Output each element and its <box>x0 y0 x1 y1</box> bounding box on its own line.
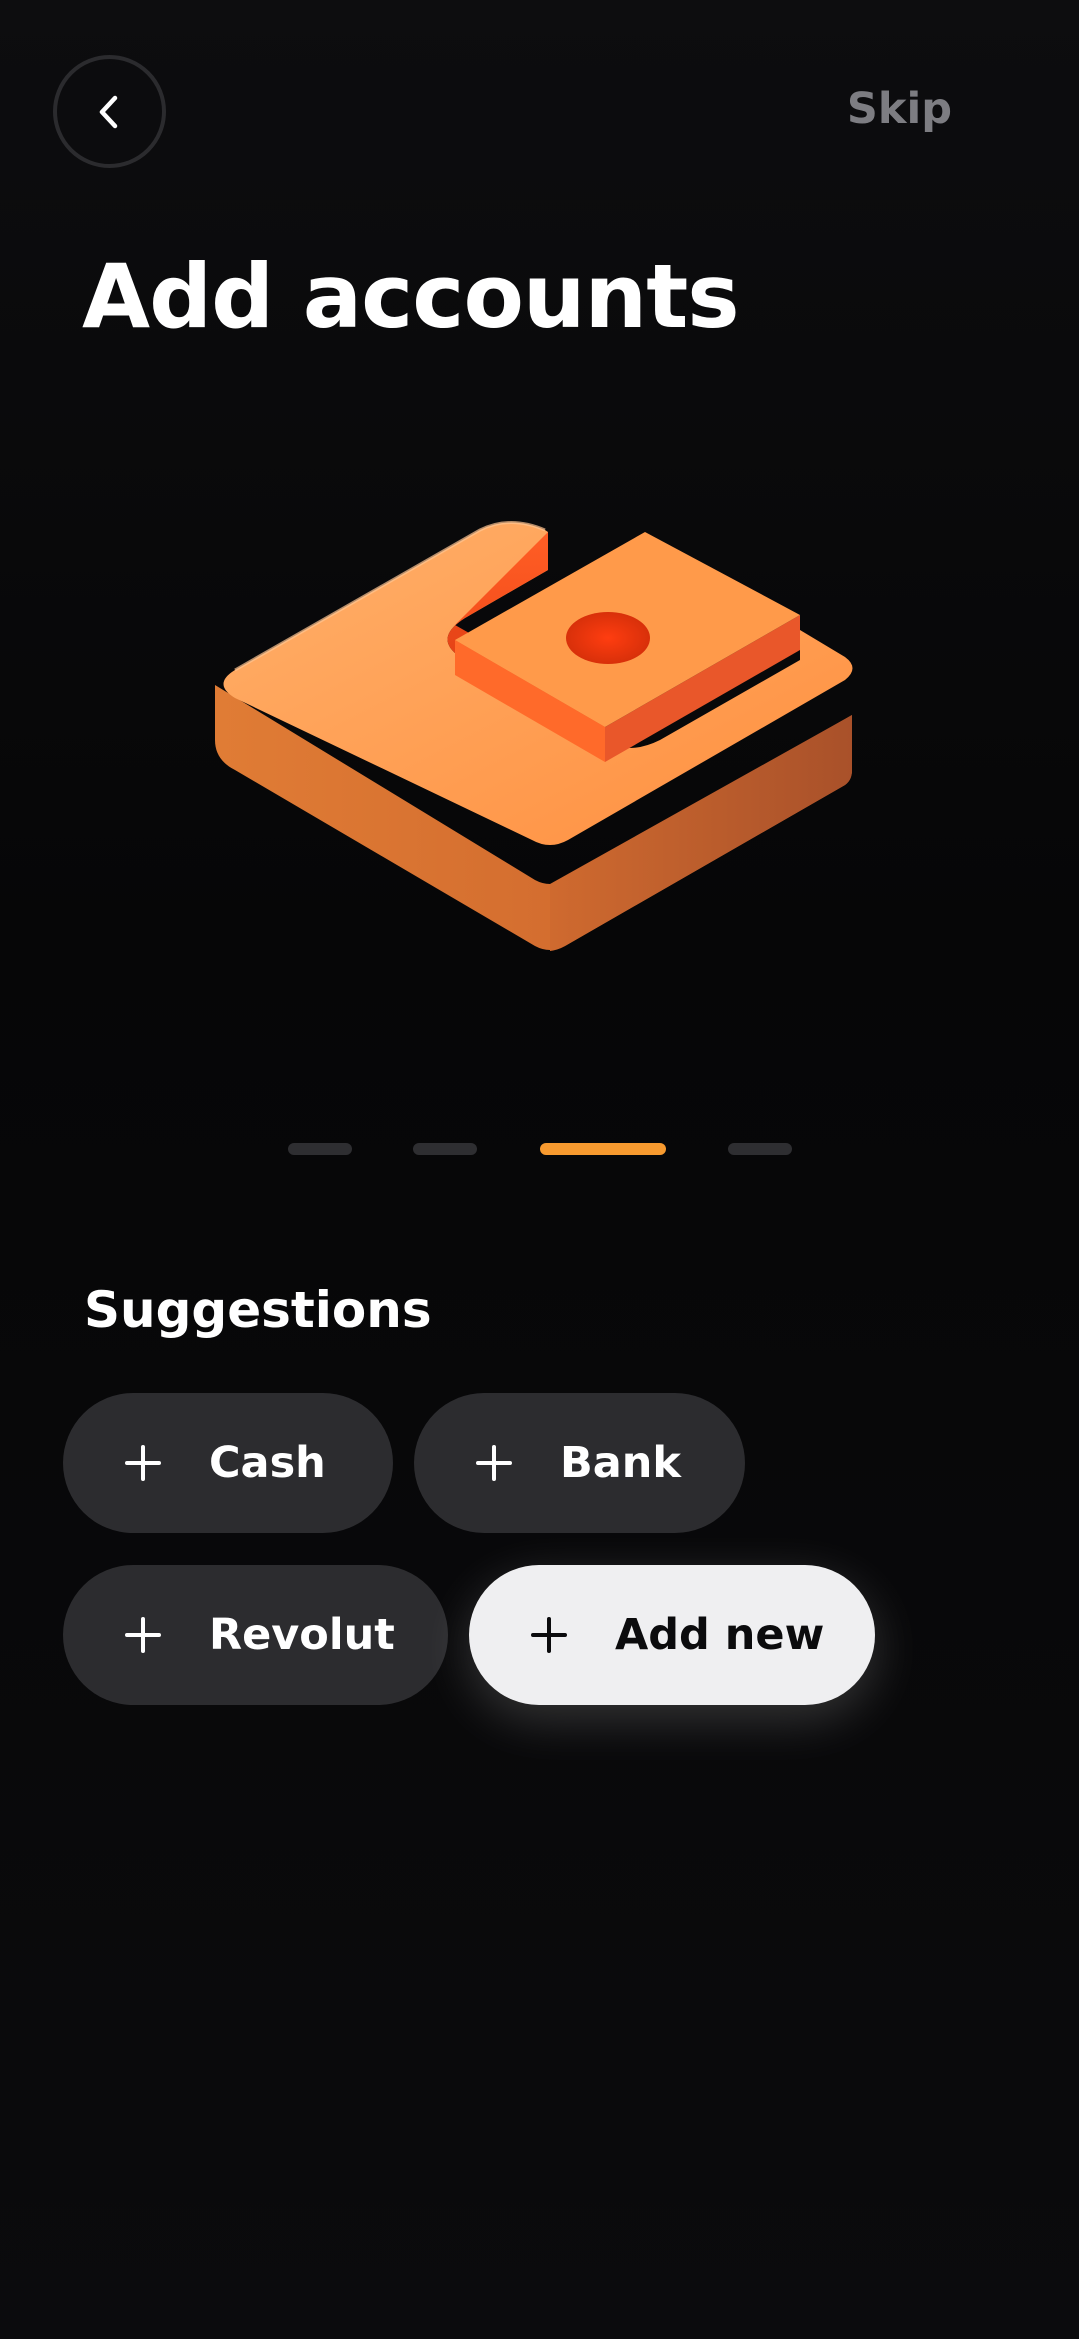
suggestion-chip-revolut[interactable]: Revolut <box>63 1565 448 1705</box>
page-title: Add accounts <box>82 245 740 348</box>
plus-icon <box>476 1445 536 1481</box>
plus-icon <box>531 1617 591 1653</box>
plus-icon <box>125 1617 185 1653</box>
add-new-button[interactable]: Add new <box>469 1565 875 1705</box>
hero-illustration <box>190 470 890 990</box>
chip-label: Revolut <box>209 1610 395 1660</box>
suggestion-chip-cash[interactable]: Cash <box>63 1393 393 1533</box>
plus-icon <box>125 1445 185 1481</box>
page-dot-active[interactable] <box>540 1143 666 1155</box>
chevron-left-icon <box>99 95 117 128</box>
suggestions-title: Suggestions <box>84 1281 432 1339</box>
chip-label: Add new <box>615 1610 825 1660</box>
wallet-3d-icon <box>215 521 853 951</box>
chip-label: Cash <box>209 1438 326 1488</box>
page-indicator <box>0 1143 1079 1155</box>
chip-label: Bank <box>560 1438 682 1488</box>
page-dot[interactable] <box>288 1143 352 1155</box>
page-dot[interactable] <box>413 1143 477 1155</box>
page-dot[interactable] <box>728 1143 792 1155</box>
back-button[interactable] <box>53 55 166 168</box>
suggestion-chip-bank[interactable]: Bank <box>414 1393 745 1533</box>
skip-button[interactable]: Skip <box>847 78 952 140</box>
